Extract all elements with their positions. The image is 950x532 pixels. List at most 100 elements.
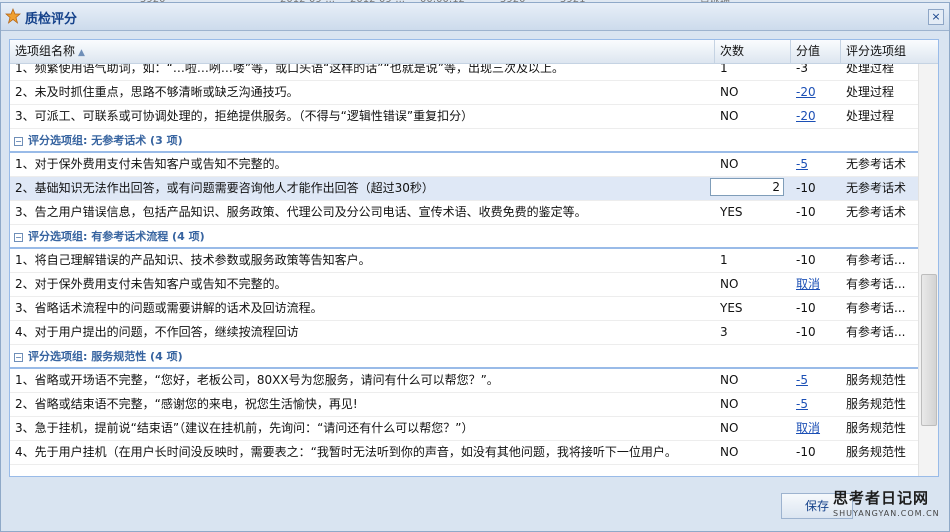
times-cell[interactable]: YES [715,201,791,224]
item-name: 3、可派工、可联系或可协调处理的，拒绝提供服务。（不得与“逻辑性错误”重复扣分） [15,109,474,123]
collapse-icon[interactable]: − [14,137,23,146]
item-name: 2、基础知识无法作出回答，或有问题需要咨询他人才能作出回答（超过30秒） [15,181,434,195]
table-row[interactable]: 3、告之用户错误信息，包括产品知识、服务政策、代理公司及分公司电话、宣传术语、收… [10,201,918,225]
times-cell[interactable]: 1 [715,64,791,80]
score-cell: -5 [791,393,841,416]
collapse-icon[interactable]: − [14,233,23,242]
table-row[interactable]: 2、省略或结束语不完整，“感谢您的来电，祝您生活愉快，再见! NO -5 服务规范性 [10,393,918,417]
score-link[interactable]: 取消 [796,421,820,435]
item-name: 3、省略话术流程中的问题或需要讲解的话术及回访流程。 [15,301,323,315]
close-icon: × [931,10,941,23]
score-value: -10 [796,181,816,195]
table-row[interactable]: 3、急于挂机，提前说“结束语”（建议在挂机前，先询问：“请问还有什么可以帮您？”… [10,417,918,441]
grid-header: 选项组名称 ▲ 次数 分值 评分选项组 [10,40,938,64]
group-cell: 处理过程 [846,64,895,75]
group-cell: 无参考话术 [846,157,907,171]
score-value: -10 [796,205,816,219]
times-cell[interactable]: NO [715,81,791,104]
group-cell: 服务规范性 [846,397,907,411]
medal-icon [5,8,21,24]
times-cell[interactable]: NO [715,153,791,176]
column-header-group[interactable]: 评分选项组 [841,40,938,63]
times-cell[interactable]: 1 [715,249,791,272]
times-cell[interactable]: YES [715,297,791,320]
times-input[interactable]: 2 [710,178,784,196]
table-row[interactable]: 1、对于保外费用支付未告知客户或告知不完整的。 NO -5 无参考话术 [10,153,918,177]
grid-body: 1、频繁使用语气助词，如：“…啦…咧…喽”等，或口头语“这样的话”“也就是说”等… [10,64,918,476]
table-row[interactable]: 4、对于用户提出的问题，不作回答，继续按流程回访 3 -10 有参考话... [10,321,918,345]
close-button[interactable]: × [928,9,944,25]
times-cell[interactable]: NO [715,273,791,296]
table-row[interactable]: 2、未及时抓住重点，思路不够清晰或缺乏沟通技巧。 NO -20 处理过程 [10,81,918,105]
table-row[interactable]: 1、将自己理解错误的产品知识、技术参数或服务政策等告知客户。 1 -10 有参考话..… [10,249,918,273]
score-link[interactable]: -5 [796,373,808,387]
score-cell: -10 [791,249,841,272]
table-row[interactable]: 4、先于用户挂机（在用户长时间没反映时，需要表之：“我暂时无法听到你的声音，如没… [10,441,918,465]
table-row[interactable]: 1、省略或开场语不完整，“您好，老板公司，80XX号为您服务，请问有什么可以帮您… [10,369,918,393]
watermark-logo: 思考者日记网 [833,489,930,507]
item-name: 2、省略或结束语不完整，“感谢您的来电，祝您生活愉快，再见! [15,397,358,411]
sort-asc-icon: ▲ [78,48,85,58]
score-link[interactable]: -5 [796,157,808,171]
item-name: 4、先于用户挂机（在用户长时间没反映时，需要表之：“我暂时无法听到你的声音，如没… [15,445,677,459]
table-row[interactable]: 3、可派工、可联系或可协调处理的，拒绝提供服务。（不得与“逻辑性错误”重复扣分）… [10,105,918,129]
group-cell: 服务规范性 [846,373,907,387]
dialog-titlebar: 质检评分 × [1,3,949,31]
score-link[interactable]: 取消 [796,277,820,291]
score-link[interactable]: -5 [796,397,808,411]
group-cell: 服务规范性 [846,421,907,435]
group-cell: 有参考话... [846,253,906,267]
score-link[interactable]: -20 [796,109,816,123]
score-cell: -10 [791,177,841,200]
group-cell: 有参考话... [846,325,906,339]
group-title: 评分选项组: 无参考话术 (3 项) [28,134,183,147]
times-cell[interactable]: NO [715,369,791,392]
group-header[interactable]: − 评分选项组: 服务规范性 (4 项) [10,345,918,369]
item-name: 2、对于保外费用支付未告知客户或告知不完整的。 [15,277,287,291]
item-name: 1、对于保外费用支付未告知客户或告知不完整的。 [15,157,287,171]
score-cell: -5 [791,153,841,176]
times-cell[interactable]: NO [715,393,791,416]
score-value: -10 [796,325,816,339]
item-name: 1、将自己理解错误的产品知识、技术参数或服务政策等告知客户。 [15,253,371,267]
table-row[interactable]: 2、对于保外费用支付未告知客户或告知不完整的。 NO 取消 有参考话... [10,273,918,297]
times-cell[interactable]: NO [715,417,791,440]
score-grid: 选项组名称 ▲ 次数 分值 评分选项组 1、频繁使用语气助词，如：“…啦…咧…喽”… [9,39,939,477]
score-cell: -5 [791,369,841,392]
item-name: 1、省略或开场语不完整，“您好，老板公司，80XX号为您服务，请问有什么可以帮您… [15,373,499,387]
table-row[interactable]: 3、省略话术流程中的问题或需要讲解的话术及回访流程。 YES -10 有参考话... [10,297,918,321]
item-name: 2、未及时抓住重点，思路不够清晰或缺乏沟通技巧。 [15,85,299,99]
score-cell: -20 [791,81,841,104]
group-header[interactable]: − 评分选项组: 无参考话术 (3 项) [10,129,918,153]
table-row[interactable]: 1、频繁使用语气助词，如：“…啦…咧…喽”等，或口头语“这样的话”“也就是说”等… [10,64,918,81]
item-name: 3、告之用户错误信息，包括产品知识、服务政策、代理公司及分公司电话、宣传术语、收… [15,205,587,219]
collapse-icon[interactable]: − [14,353,23,362]
item-name: 1、频繁使用语气助词，如：“…啦…咧…喽”等，或口头语“这样的话”“也就是说”等… [15,64,564,75]
score-value: -10 [796,253,816,267]
group-title: 评分选项组: 有参考话术流程 (4 项) [28,230,205,243]
score-cell: -10 [791,201,841,224]
watermark-url: SHUYANGYAN.COM.CN [833,509,940,518]
times-cell[interactable]: 3 [715,321,791,344]
group-cell: 处理过程 [846,109,895,123]
column-header-times[interactable]: 次数 [715,40,791,63]
table-row[interactable]: 2、基础知识无法作出回答，或有问题需要咨询他人才能作出回答（超过30秒） 2 -10… [10,177,918,201]
group-cell: 有参考话... [846,277,906,291]
score-value: -3 [796,64,808,75]
group-cell: 处理过程 [846,85,895,99]
column-header-score[interactable]: 分值 [791,40,841,63]
score-cell: -10 [791,321,841,344]
score-cell: 取消 [791,273,841,296]
score-cell: -20 [791,105,841,128]
group-title: 评分选项组: 服务规范性 (4 项) [28,350,183,363]
group-cell: 无参考话术 [846,205,907,219]
times-cell[interactable]: NO [715,441,791,464]
score-cell: -3 [791,64,841,80]
group-header[interactable]: − 评分选项组: 有参考话术流程 (4 项) [10,225,918,249]
score-value: -10 [796,445,816,459]
column-header-name[interactable]: 选项组名称 ▲ [10,40,715,63]
times-cell[interactable]: NO [715,105,791,128]
scrollbar-thumb[interactable] [921,274,937,426]
score-link[interactable]: -20 [796,85,816,99]
vertical-scrollbar[interactable] [918,64,938,476]
